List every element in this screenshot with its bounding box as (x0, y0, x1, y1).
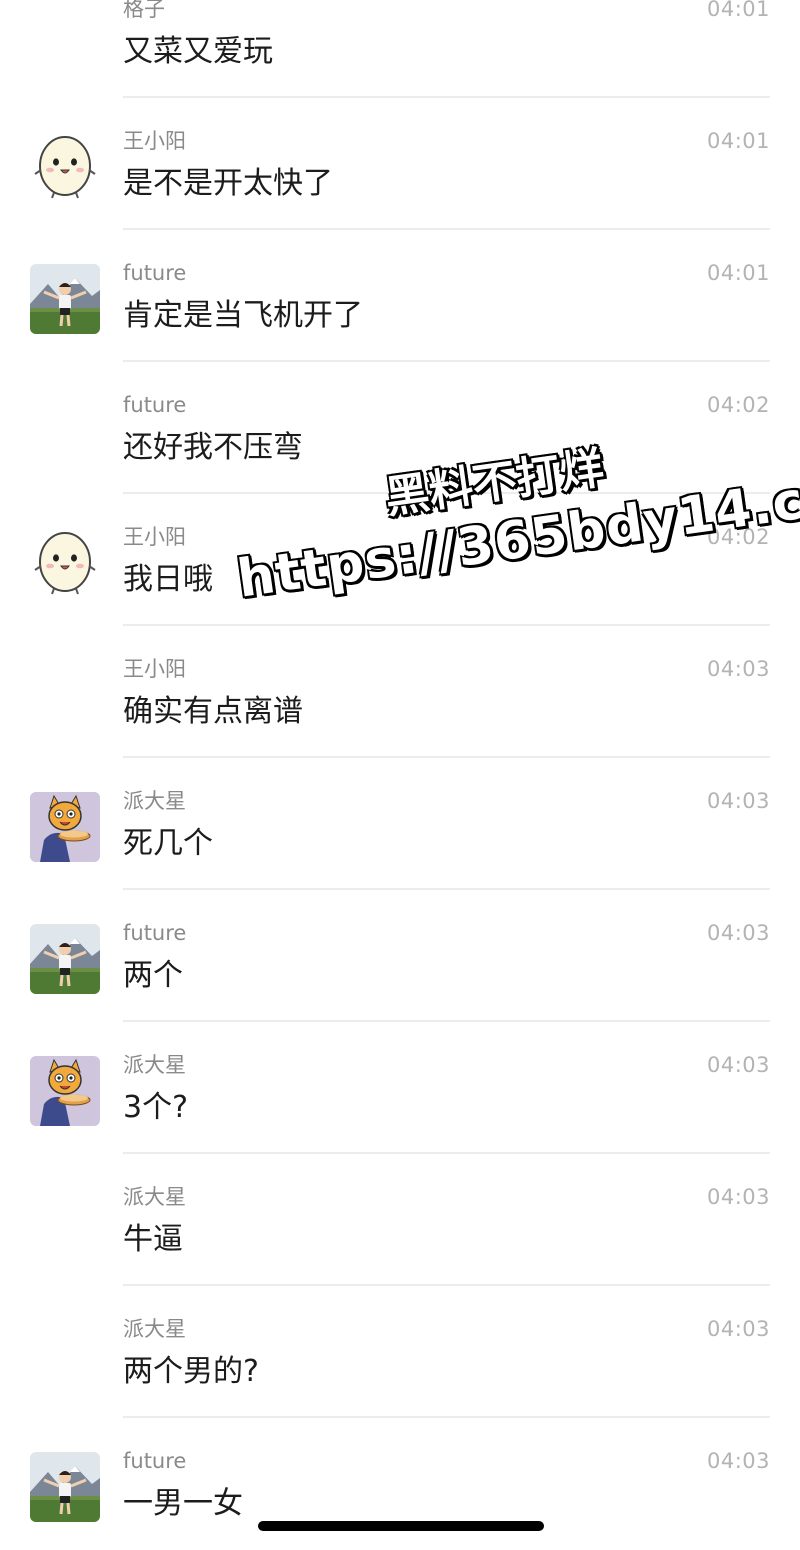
message-time: 04:03 (706, 1317, 770, 1341)
message-text: 3个? (123, 1090, 189, 1125)
sender-name: future (123, 1449, 187, 1473)
message-item[interactable]: future 04:02 还好我不压弯 (0, 362, 800, 494)
message-text: 又菜又爱玩 (123, 34, 273, 69)
sender-name: 派大星 (123, 1053, 186, 1077)
egg-face-avatar-icon[interactable] (30, 132, 100, 202)
message-time: 04:02 (706, 393, 770, 417)
message-time: 04:03 (706, 1185, 770, 1209)
boy-landscape-avatar-icon[interactable] (30, 264, 100, 334)
message-time: 04:01 (706, 129, 770, 153)
message-item[interactable]: 王小阳 04:02 我日哦 (0, 494, 800, 626)
message-text: 是不是开太快了 (123, 166, 333, 201)
cartoon-cat-avatar-icon[interactable] (30, 792, 100, 862)
cartoon-cat-avatar-icon[interactable] (30, 1056, 100, 1126)
message-text: 死几个 (123, 826, 213, 861)
sender-name: 王小阳 (123, 525, 186, 549)
message-item[interactable]: 派大星 04:03 死几个 (0, 758, 800, 890)
message-item[interactable]: 格子 04:01 又菜又爱玩 (0, 0, 800, 98)
message-item[interactable]: 王小阳 04:03 确实有点离谱 (0, 626, 800, 758)
boy-landscape-avatar-icon[interactable] (30, 1452, 100, 1522)
sender-name: 派大星 (123, 1185, 186, 1209)
sender-name: future (123, 393, 187, 417)
message-text: 牛逼 (123, 1222, 183, 1257)
message-item[interactable]: 派大星 04:03 3个? (0, 1022, 800, 1154)
egg-face-avatar-icon[interactable] (30, 528, 100, 598)
sender-name: 派大星 (123, 789, 186, 813)
sender-name: future (123, 261, 187, 285)
message-time: 04:03 (706, 1053, 770, 1077)
message-time: 04:02 (706, 525, 770, 549)
message-text: 肯定是当飞机开了 (123, 298, 363, 333)
message-text: 两个男的? (123, 1354, 259, 1389)
message-time: 04:03 (706, 657, 770, 681)
sender-name: 王小阳 (123, 129, 186, 153)
message-item[interactable]: 王小阳 04:01 是不是开太快了 (0, 98, 800, 230)
sender-name: 格子 (123, 0, 165, 21)
message-time: 04:03 (706, 1449, 770, 1473)
message-item[interactable]: 派大星 04:03 两个男的? (0, 1286, 800, 1418)
message-time: 04:01 (706, 0, 770, 21)
message-time: 04:03 (706, 789, 770, 813)
message-list: 格子 04:01 又菜又爱玩 王小阳 04:01 是不是开太快了 future … (0, 0, 800, 1550)
message-text: 确实有点离谱 (123, 694, 303, 729)
message-time: 04:03 (706, 921, 770, 945)
message-time: 04:01 (706, 261, 770, 285)
sender-name: future (123, 921, 187, 945)
message-item[interactable]: future 04:01 肯定是当飞机开了 (0, 230, 800, 362)
message-item[interactable]: 派大星 04:03 牛逼 (0, 1154, 800, 1286)
message-text: 一男一女 (123, 1486, 243, 1521)
boy-landscape-avatar-icon[interactable] (30, 924, 100, 994)
home-indicator[interactable] (258, 1521, 544, 1531)
message-text: 还好我不压弯 (123, 430, 303, 465)
message-text: 两个 (123, 958, 183, 993)
sender-name: 派大星 (123, 1317, 186, 1341)
sender-name: 王小阳 (123, 657, 186, 681)
message-item[interactable]: future 04:03 两个 (0, 890, 800, 1022)
message-text: 我日哦 (123, 562, 213, 597)
